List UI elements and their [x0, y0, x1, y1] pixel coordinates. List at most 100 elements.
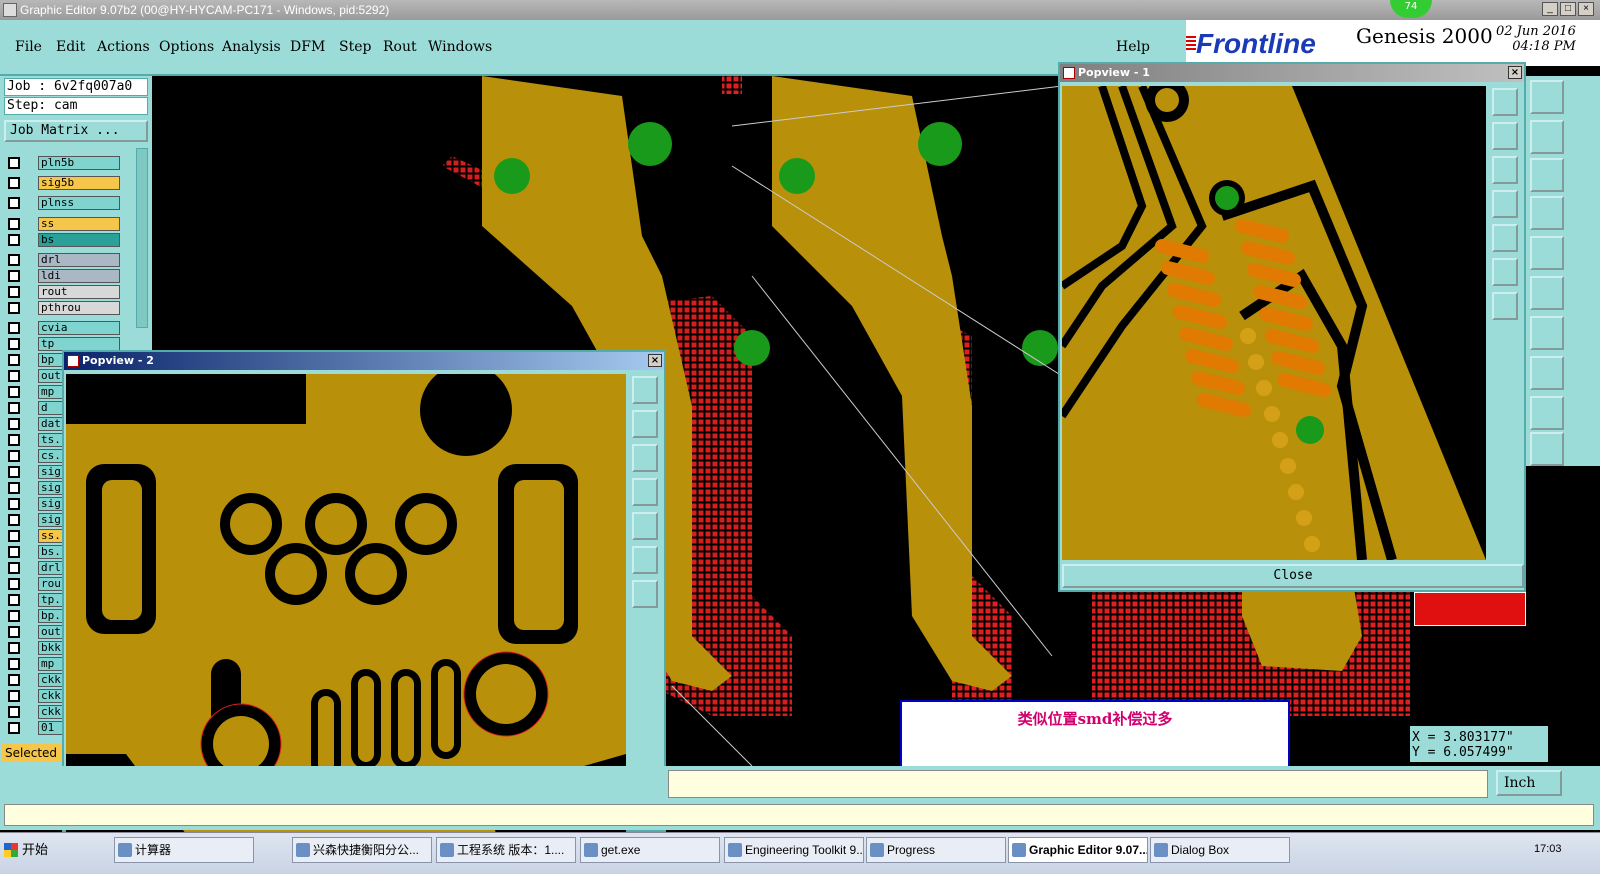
help-query-icon[interactable] [1530, 158, 1564, 192]
layer-checkbox[interactable] [8, 466, 20, 478]
layer-checkbox[interactable] [8, 498, 20, 510]
layer-row[interactable]: drl [6, 253, 120, 267]
close-icon[interactable]: × [648, 354, 662, 367]
close-icon[interactable]: × [1508, 66, 1522, 79]
line-tool-icon[interactable] [1530, 276, 1564, 310]
layer-row[interactable]: ss [6, 217, 120, 231]
menu-analysis[interactable]: Analysis [222, 39, 281, 55]
job-matrix-button[interactable]: Job Matrix ... [4, 120, 148, 142]
zoom-out-icon[interactable] [1492, 292, 1518, 320]
layer-checkbox[interactable] [8, 270, 20, 282]
layer-checkbox[interactable] [8, 402, 20, 414]
taskbar-item-get-exe[interactable]: get.exe [580, 837, 720, 863]
zoom-out-icon[interactable] [632, 580, 658, 608]
layer-row[interactable]: tp [6, 337, 120, 351]
layer-row[interactable]: cvia [6, 321, 120, 335]
layer-checkbox[interactable] [8, 722, 20, 734]
layer-checkbox[interactable] [8, 546, 20, 558]
command-input[interactable] [668, 770, 1488, 798]
menu-edit[interactable]: Edit [56, 39, 85, 55]
pan-left-icon[interactable] [632, 478, 658, 506]
pan-left-icon[interactable] [1492, 190, 1518, 218]
layer-checkbox[interactable] [8, 450, 20, 462]
layer-checkbox[interactable] [8, 610, 20, 622]
layer-checkbox[interactable] [8, 674, 20, 686]
pan-down-icon[interactable] [1492, 156, 1518, 184]
minimize-button[interactable]: _ [1542, 2, 1558, 16]
snap-mode-icon[interactable] [1530, 120, 1564, 154]
popview-2-canvas[interactable] [66, 374, 626, 834]
layer-checkbox[interactable] [8, 530, 20, 542]
layer-checkbox[interactable] [8, 218, 20, 230]
layer-row[interactable]: rout [6, 285, 120, 299]
pan-down-icon[interactable] [632, 444, 658, 472]
taskbar-item-progress[interactable]: Progress [866, 837, 1006, 863]
layer-checkbox[interactable] [8, 562, 20, 574]
pad-tool-icon[interactable] [1530, 236, 1564, 270]
pan-up-icon[interactable] [1492, 122, 1518, 150]
units-dropdown[interactable]: Inch [1496, 770, 1562, 796]
frontline-tool-icon[interactable] [1530, 316, 1564, 350]
menu-windows[interactable]: Windows [428, 39, 492, 55]
shapes-icon[interactable] [1530, 356, 1564, 390]
menu-step[interactable]: Step [339, 39, 371, 55]
arc-tool-icon[interactable] [1530, 396, 1564, 430]
layer-checkbox[interactable] [8, 626, 20, 638]
menu-rout[interactable]: Rout [383, 39, 417, 55]
layer-row[interactable]: bs [6, 233, 120, 247]
taskbar-item-calculator[interactable]: 计算器 [114, 837, 254, 863]
layer-checkbox[interactable] [8, 706, 20, 718]
start-button[interactable]: 开始 [2, 837, 54, 863]
layer-checkbox[interactable] [8, 642, 20, 654]
zoom-in-icon[interactable] [1492, 258, 1518, 286]
menu-actions[interactable]: Actions [97, 39, 150, 55]
menu-file[interactable]: File [15, 39, 42, 55]
layer-checkbox[interactable] [8, 658, 20, 670]
layer-checkbox[interactable] [8, 594, 20, 606]
route-tool-icon[interactable] [1530, 432, 1564, 466]
layer-row[interactable]: plnss [6, 196, 120, 210]
layer-checkbox[interactable] [8, 338, 20, 350]
taskbar-item-browser[interactable]: 兴森快捷衡阳分公... [292, 837, 432, 863]
menu-dfm[interactable]: DFM [290, 39, 325, 55]
layer-checkbox[interactable] [8, 386, 20, 398]
layer-row[interactable]: ldi [6, 269, 120, 283]
taskbar-item-graphic-editor[interactable]: Graphic Editor 9.07... [1008, 837, 1148, 863]
layer-row[interactable]: pln5b [6, 156, 120, 170]
popview-close-button[interactable]: Close [1062, 564, 1524, 588]
taskbar-item-dialog-box[interactable]: Dialog Box [1150, 837, 1290, 863]
layer-checkbox[interactable] [8, 254, 20, 266]
zoom-in-icon[interactable] [632, 546, 658, 574]
zoom-fit-icon[interactable] [632, 376, 658, 404]
layer-checkbox[interactable] [8, 482, 20, 494]
layer-checkbox[interactable] [8, 418, 20, 430]
layer-checkbox[interactable] [8, 370, 20, 382]
taskbar-item-engineering-toolkit[interactable]: Engineering Toolkit 9.... [724, 837, 864, 863]
menu-options[interactable]: Options [159, 39, 214, 55]
pan-right-icon[interactable] [632, 512, 658, 540]
zoom-fit-icon[interactable] [1492, 88, 1518, 116]
layer-checkbox[interactable] [8, 690, 20, 702]
layer-checkbox[interactable] [8, 354, 20, 366]
layer-checkbox[interactable] [8, 434, 20, 446]
layer-row[interactable]: pthrou [6, 301, 120, 315]
layer-row[interactable]: sig5b [6, 176, 120, 190]
menu-help[interactable]: Help [1116, 39, 1150, 55]
layer-checkbox[interactable] [8, 177, 20, 189]
popview-1-titlebar[interactable]: Popview - 1 × [1060, 64, 1524, 82]
popview-2-titlebar[interactable]: Popview - 2 × [64, 352, 664, 370]
layer-checkbox[interactable] [8, 157, 20, 169]
popview-1-canvas[interactable] [1062, 86, 1486, 560]
layer-checkbox[interactable] [8, 514, 20, 526]
taskbar-item-engineering-system[interactable]: 工程系统 版本：1.... [436, 837, 576, 863]
layer-checkbox[interactable] [8, 578, 20, 590]
maximize-button[interactable]: □ [1560, 2, 1576, 16]
layer-checkbox[interactable] [8, 322, 20, 334]
layer-checkbox[interactable] [8, 234, 20, 246]
close-button[interactable]: × [1578, 2, 1594, 16]
pan-up-icon[interactable] [632, 410, 658, 438]
layer-checkbox[interactable] [8, 286, 20, 298]
layer-checkbox[interactable] [8, 197, 20, 209]
screen-icon[interactable] [1530, 80, 1564, 114]
layer-checkbox[interactable] [8, 302, 20, 314]
